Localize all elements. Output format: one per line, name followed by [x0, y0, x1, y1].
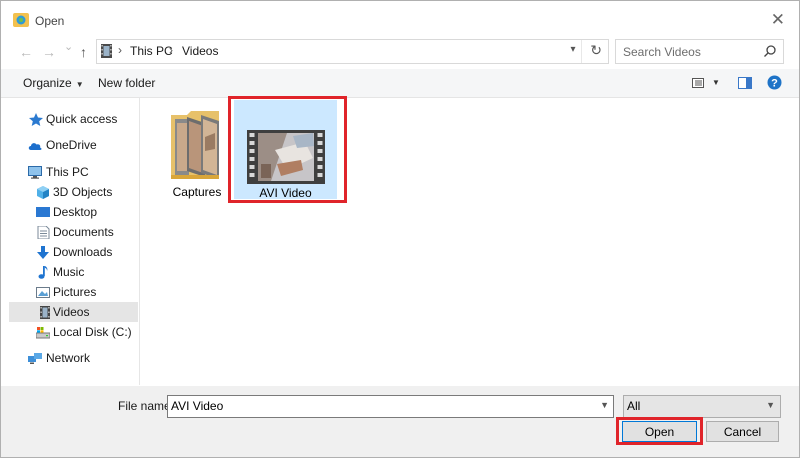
app-icon	[13, 13, 29, 27]
sidebar-item-music[interactable]: Music	[9, 262, 138, 282]
sidebar-item-this-pc[interactable]: This PC	[9, 162, 138, 182]
pictures-icon	[36, 287, 50, 298]
star-icon	[29, 113, 43, 126]
recent-locations-icon[interactable]: ⌄	[64, 40, 73, 53]
sidebar-item-videos[interactable]: Videos	[9, 302, 138, 322]
sidebar-item-label: Videos	[53, 305, 90, 319]
file-name-label: File name:	[118, 399, 175, 413]
sidebar-item-quick-access[interactable]: Quick access	[9, 109, 138, 129]
breadcrumb-separator[interactable]: ›	[169, 43, 173, 57]
file-name-field[interactable]: AVI Video ▼	[167, 395, 614, 418]
sidebar-item-label: Local Disk (C:)	[53, 325, 132, 339]
sidebar-item-label: Downloads	[53, 245, 113, 259]
address-divider	[581, 40, 582, 63]
sidebar-item-label: Desktop	[53, 205, 98, 219]
document-icon	[37, 226, 50, 239]
navigation-pane: Quick access OneDrive This PC 3D Objects…	[9, 98, 140, 385]
sidebar-item-local-disk[interactable]: Local Disk (C:)	[9, 322, 138, 342]
up-icon[interactable]: ↑	[80, 44, 87, 60]
title-bar: Open ✕	[1, 1, 799, 37]
sidebar-item-pictures[interactable]: Pictures	[9, 282, 138, 302]
command-bar: Organize ▼ New folder ▼ ?	[1, 69, 799, 98]
organize-button[interactable]: Organize ▼	[23, 76, 84, 90]
download-icon	[37, 246, 49, 259]
address-dropdown-icon[interactable]: ▾	[566, 44, 580, 55]
sidebar-item-downloads[interactable]: Downloads	[9, 242, 138, 262]
sidebar-item-label: Pictures	[53, 285, 97, 299]
file-name-value[interactable]: AVI Video	[171, 399, 223, 413]
file-type-value[interactable]: All	[627, 399, 640, 413]
sidebar-item-desktop[interactable]: Desktop	[9, 202, 138, 222]
chevron-down-icon[interactable]: ▼	[600, 400, 609, 410]
sidebar-item-label: OneDrive	[46, 138, 97, 152]
window-title: Open	[35, 14, 65, 28]
svg-text:?: ?	[771, 78, 778, 90]
computer-icon	[28, 166, 42, 179]
search-box[interactable]: Search Videos	[615, 39, 784, 64]
search-icon[interactable]	[763, 44, 777, 58]
file-name-captures: Captures	[172, 185, 222, 199]
cube-icon	[37, 186, 49, 199]
cancel-button[interactable]: Cancel	[706, 421, 779, 442]
address-bar[interactable]: › This PC › Videos ▾ ↻	[96, 39, 609, 64]
sidebar-item-network[interactable]: Network	[9, 348, 138, 368]
new-folder-button[interactable]: New folder	[98, 76, 155, 90]
chevron-down-icon[interactable]: ▼	[766, 400, 775, 410]
sidebar-item-3d-objects[interactable]: 3D Objects	[9, 182, 138, 202]
file-type-select[interactable]: All ▼	[623, 395, 781, 418]
back-icon[interactable]: ←	[19, 44, 33, 60]
sidebar-item-label: 3D Objects	[53, 185, 113, 199]
highlight-avi-video	[228, 96, 347, 203]
sidebar-item-label: This PC	[46, 165, 89, 179]
folder-icon	[171, 111, 219, 179]
refresh-icon[interactable]: ↻	[590, 42, 602, 59]
sidebar-item-onedrive[interactable]: OneDrive	[9, 135, 138, 155]
forward-icon[interactable]: →	[42, 44, 56, 60]
sidebar-item-label: Quick access	[46, 112, 118, 126]
file-item-captures[interactable]: Captures	[163, 101, 231, 199]
help-icon[interactable]: ?	[767, 75, 782, 90]
network-icon	[28, 353, 42, 364]
music-icon	[38, 266, 48, 279]
sidebar-item-label: Network	[46, 351, 91, 365]
cloud-icon	[28, 143, 42, 150]
video-icon	[40, 306, 50, 319]
organize-label: Organize	[23, 76, 72, 90]
sidebar-item-documents[interactable]: Documents	[9, 222, 138, 242]
video-folder-icon	[101, 44, 112, 58]
search-input[interactable]: Search Videos	[623, 45, 701, 59]
view-dropdown-icon[interactable]: ▼	[712, 78, 720, 87]
highlight-open-button	[616, 417, 703, 445]
open-dialog: Open ✕ ← → ⌄ ↑ › This PC › Videos ▾ ↻ Se…	[0, 0, 800, 458]
preview-pane-icon[interactable]	[738, 77, 752, 89]
close-icon[interactable]: ✕	[771, 10, 785, 30]
sidebar-item-label: Documents	[53, 225, 114, 239]
view-options-icon[interactable]	[692, 78, 704, 88]
chevron-down-icon: ▼	[75, 80, 84, 89]
breadcrumb-this-pc[interactable]: This PC	[130, 44, 173, 58]
breadcrumb-separator[interactable]: ›	[118, 43, 122, 57]
breadcrumb-videos[interactable]: Videos	[182, 44, 218, 58]
sidebar-item-label: Music	[53, 265, 85, 279]
disk-icon	[36, 327, 50, 339]
desktop-icon	[36, 207, 50, 217]
